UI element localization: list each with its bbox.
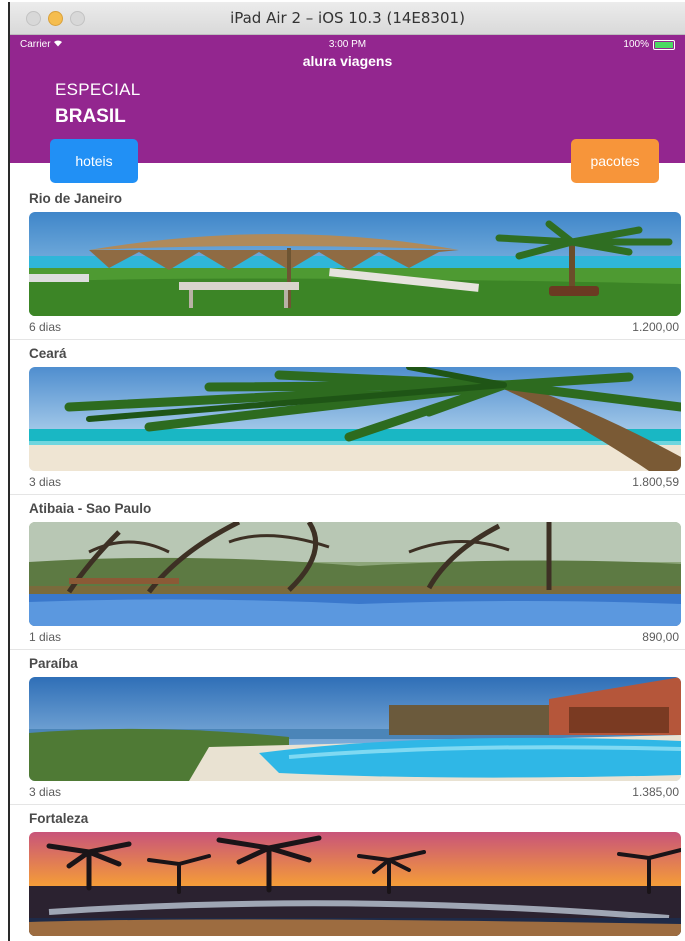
package-image: [29, 832, 681, 936]
package-price: 1.200,00: [632, 320, 679, 334]
status-battery: 100%: [623, 39, 675, 50]
window-titlebar: iPad Air 2 – iOS 10.3 (14E8301): [10, 2, 685, 35]
package-cell[interactable]: Atibaia - Sao Paulo 1 dias 890,00: [10, 494, 685, 650]
package-title: Paraíba: [29, 656, 78, 671]
package-image: [29, 677, 681, 781]
package-days: 6 dias: [29, 320, 62, 334]
package-image: [29, 367, 681, 471]
status-time: 3:00 PM: [328, 39, 367, 50]
banner-brasil: BRASIL: [55, 106, 126, 127]
battery-percent: 100%: [623, 39, 649, 50]
package-title: Atibaia - Sao Paulo: [29, 501, 152, 516]
package-price: 1.800,59: [632, 475, 679, 489]
simulator-window: iPad Air 2 – iOS 10.3 (14E8301) Carrier …: [8, 2, 685, 941]
battery-icon: [653, 39, 675, 50]
package-price: 1.385,00: [632, 785, 679, 799]
package-image: [29, 212, 681, 316]
package-days: 3 dias: [29, 785, 62, 799]
app-header: Carrier 3:00 PM 100% alura viagens ESPEC…: [10, 35, 685, 183]
package-price: 890,00: [642, 630, 679, 644]
package-cell[interactable]: Fortaleza: [10, 804, 685, 941]
pacotes-button[interactable]: pacotes: [571, 139, 659, 183]
package-cell[interactable]: Rio de Janeiro 6 dias 1.200,00: [10, 184, 685, 340]
package-cell[interactable]: Paraíba 3 dias 1.385,00: [10, 649, 685, 805]
nav-title: alura viagens: [302, 53, 393, 69]
package-title: Ceará: [29, 346, 67, 361]
package-cell[interactable]: Ceará 3 dias 1.800,59: [10, 339, 685, 495]
hoteis-button[interactable]: hoteis: [50, 139, 138, 183]
package-image: [29, 522, 681, 626]
window-title: iPad Air 2 – iOS 10.3 (14E8301): [230, 9, 465, 27]
package-days: 1 dias: [29, 630, 62, 644]
banner-especial: ESPECIAL: [55, 80, 141, 99]
package-title: Rio de Janeiro: [29, 191, 123, 206]
package-title: Fortaleza: [29, 811, 89, 826]
package-days: 3 dias: [29, 475, 62, 489]
